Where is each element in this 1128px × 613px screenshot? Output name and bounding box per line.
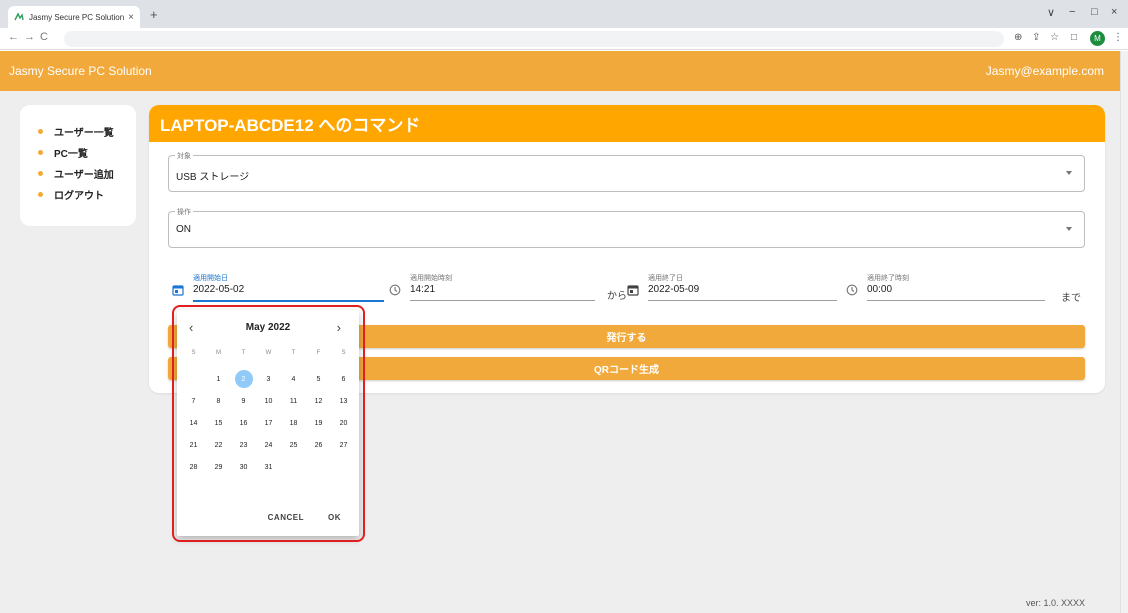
app-header: Jasmy Secure PC Solution Jasmy@example.c… [0,51,1120,91]
start-time-field[interactable]: 適用開始時刻 14:21 [389,273,595,301]
window-close-icon[interactable]: × [1111,6,1117,18]
bullet-icon [38,171,43,176]
start-time-input[interactable]: 14:21 [410,284,435,295]
target-value: USB ストレージ [176,172,250,183]
bullet-icon [38,129,43,134]
start-time-underline [410,300,595,301]
clock-icon[interactable] [846,283,858,296]
start-date-field[interactable]: 適用開始日 2022-05-02 [172,273,384,302]
operation-label: 操作 [175,207,193,217]
end-date-field[interactable]: 適用終了日 2022-05-09 [627,273,837,301]
chevron-down-icon [1066,227,1072,231]
calendar-icon[interactable] [627,283,639,296]
profile-avatar[interactable]: M [1090,31,1105,46]
clock-icon[interactable] [389,283,401,296]
highlight-box [172,305,365,542]
start-date-underline [193,300,384,302]
reload-icon[interactable]: C [40,31,48,43]
end-date-input[interactable]: 2022-05-09 [648,284,699,295]
end-time-label: 適用終了時刻 [867,275,909,282]
sidebar-item-label: ユーザー一覧 [54,128,114,139]
user-email[interactable]: Jasmy@example.com [986,64,1104,78]
app-title: Jasmy Secure PC Solution [9,64,152,78]
minimize-icon[interactable]: − [1069,6,1075,18]
sidebar-item-add-user[interactable]: ユーザー追加 [38,165,136,182]
page-scrollbar[interactable] [1120,51,1128,613]
back-icon[interactable]: ← [8,31,19,43]
from-text: から [607,291,627,302]
sidebar-item-label: ユーザー追加 [54,170,114,181]
bullet-icon [38,150,43,155]
end-time-field[interactable]: 適用終了時刻 00:00 [846,273,1045,301]
calendar-icon[interactable] [172,283,184,296]
version-text: ver: 1.0. XXXX [1025,598,1085,608]
operation-value: ON [176,224,191,235]
url-input[interactable] [64,31,1004,47]
browser-menu-icon[interactable]: ⋮ [1113,32,1123,43]
sidebar-item-user-list[interactable]: ユーザー一覧 [38,123,136,140]
start-time-label: 適用開始時刻 [410,275,452,282]
tab-search-icon[interactable]: ∨ [1047,6,1055,19]
bookmark-star-icon[interactable]: ☆ [1050,32,1059,43]
close-tab-icon[interactable]: × [128,12,134,23]
app-logo-icon [14,12,24,22]
sidebar-item-label: PC一覧 [54,149,88,160]
end-time-underline [867,300,1045,301]
sidebar: ユーザー一覧 PC一覧 ユーザー追加 ログアウト [20,105,136,226]
bullet-icon [38,192,43,197]
sidebar-item-label: ログアウト [54,191,104,202]
share-icon[interactable]: ⇪ [1032,32,1040,43]
browser-tab-bar: Jasmy Secure PC Solution × + ∨ − □ × [0,0,1128,28]
address-bar: ← → C ⊕ ⇪ ☆ □ M ⋮ [0,28,1128,50]
end-date-underline [648,300,837,301]
end-time-input[interactable]: 00:00 [867,284,892,295]
target-select[interactable]: 対象 USB ストレージ [168,151,1085,192]
browser-tab[interactable]: Jasmy Secure PC Solution × [8,6,140,28]
zoom-icon[interactable]: ⊕ [1014,32,1022,43]
page-title: LAPTOP-ABCDE12 へのコマンド [149,105,1105,142]
chevron-down-icon [1066,171,1072,175]
sidebar-item-pc-list[interactable]: PC一覧 [38,144,136,161]
operation-select[interactable]: 操作 ON [168,207,1085,248]
main-area: ユーザー一覧 PC一覧 ユーザー追加 ログアウト LAPTOP-ABCDE12 … [0,91,1120,613]
end-date-label: 適用終了日 [648,275,683,282]
forward-icon[interactable]: → [24,31,35,43]
start-date-label: 適用開始日 [193,275,228,282]
target-label: 対象 [175,151,193,161]
tab-title: Jasmy Secure PC Solution [29,12,125,22]
until-text: まで [1061,293,1081,304]
start-date-input[interactable]: 2022-05-02 [193,284,244,295]
side-panel-icon[interactable]: □ [1071,32,1077,43]
sidebar-item-logout[interactable]: ログアウト [38,186,136,203]
new-tab-button[interactable]: + [150,7,158,22]
maximize-icon[interactable]: □ [1091,6,1098,18]
